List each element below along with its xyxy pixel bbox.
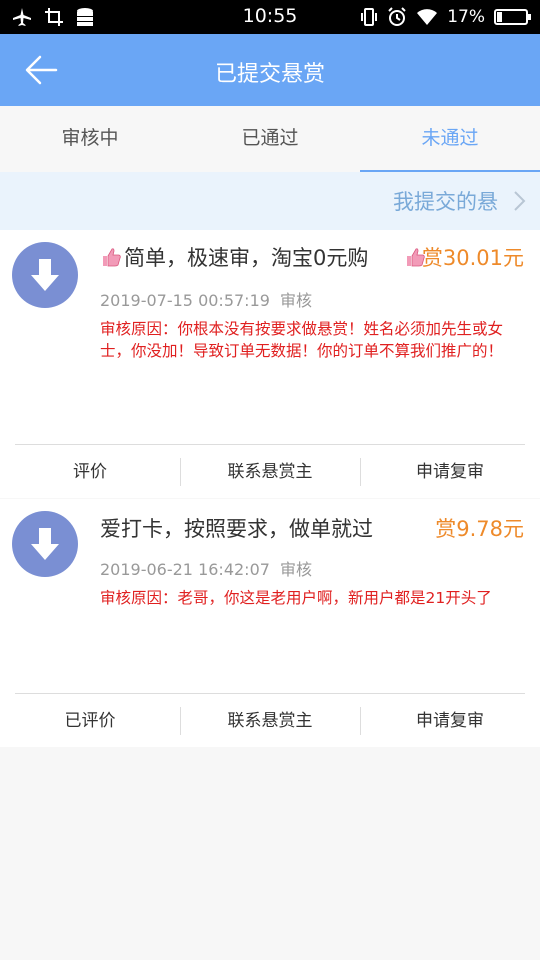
empty-area — [0, 748, 540, 960]
wifi-icon — [417, 9, 438, 25]
item-actions: 评价 联系悬赏主 申请复审 — [0, 452, 540, 492]
request-review-button[interactable]: 申请复审 — [360, 701, 540, 741]
tab-reviewing[interactable]: 审核中 — [0, 106, 180, 172]
chevron-right-icon — [514, 191, 526, 211]
status-bar: 10:55 17% — [0, 0, 540, 34]
download-icon — [12, 242, 78, 308]
submit-time: 2019-06-21 16:42:07 — [100, 560, 270, 579]
reject-reason: 审核原因：你根本没有按要求做悬赏！姓名必须加先生或女士，你没加！导致订单无数据！… — [100, 320, 504, 360]
item-meta: 2019-06-21 16:42:07 审核 — [100, 556, 312, 580]
thumbs-up-icon — [103, 248, 121, 267]
app-header: 已提交悬赏 — [0, 34, 540, 106]
rated-button[interactable]: 已评价 — [0, 701, 180, 741]
review-status: 审核 — [279, 291, 312, 310]
review-status: 审核 — [279, 560, 312, 579]
page-title: 已提交悬赏 — [214, 62, 325, 87]
alarm-icon — [388, 7, 406, 26]
item-actions: 已评价 联系悬赏主 申请复审 — [0, 701, 540, 741]
status-tabs: 审核中 已通过 未通过 — [0, 106, 540, 172]
divider — [15, 693, 525, 694]
item-title: 简单，极速审，淘宝0元购 — [100, 242, 368, 272]
list-item[interactable]: 简单，极速审，淘宝0元购 赏30.01元 2019-07-15 00:57:19… — [0, 230, 540, 498]
download-icon — [12, 511, 78, 577]
banner-text: 我提交的悬 — [393, 190, 498, 214]
item-meta: 2019-07-15 00:57:19 审核 — [100, 287, 312, 311]
item-title: 爱打卡，按照要求，做单就过 — [100, 517, 373, 541]
vibrate-icon — [361, 8, 378, 26]
tab-approved[interactable]: 已通过 — [180, 106, 360, 172]
request-review-button[interactable]: 申请复审 — [360, 452, 540, 492]
battery-icon — [494, 9, 531, 25]
contact-owner-button[interactable]: 联系悬赏主 — [180, 701, 360, 741]
submit-time: 2019-07-15 00:57:19 — [100, 291, 270, 310]
tab-rejected[interactable]: 未通过 — [360, 106, 540, 172]
submitted-banner[interactable]: 我提交的悬 — [0, 172, 540, 230]
reject-reason: 审核原因：老哥，你这是老用户啊，新用户都是21开头了 — [100, 589, 492, 607]
rate-button[interactable]: 评价 — [0, 452, 180, 492]
divider — [15, 444, 525, 445]
contact-owner-button[interactable]: 联系悬赏主 — [180, 452, 360, 492]
reward-price: 赏30.01元 — [399, 242, 524, 272]
status-right-icons: 17% — [360, 6, 531, 28]
reward-price: 赏9.78元 — [435, 517, 524, 541]
list-item[interactable]: 爱打卡，按照要求，做单就过 赏9.78元 2019-06-21 16:42:07… — [0, 499, 540, 747]
battery-percent: 17% — [447, 7, 485, 27]
